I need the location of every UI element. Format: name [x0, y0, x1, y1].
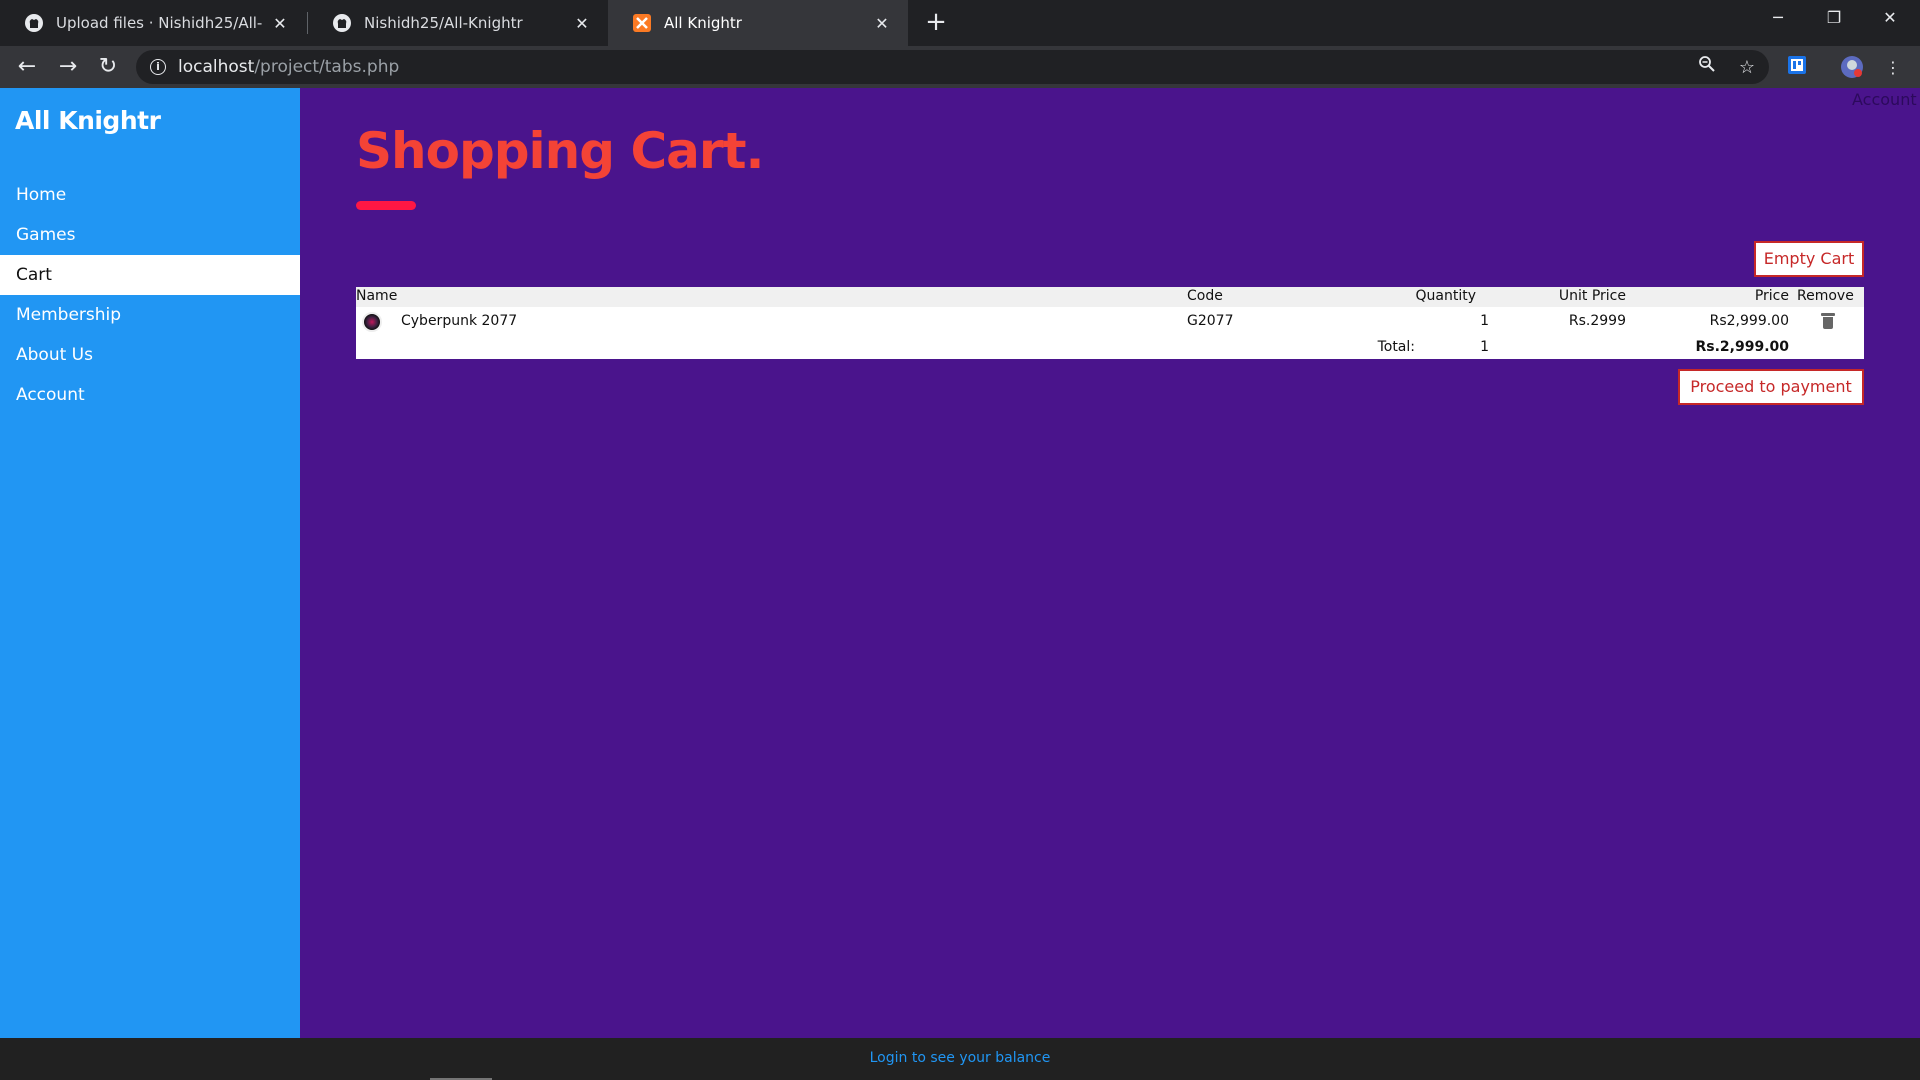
site-brand[interactable]: All Knightr — [15, 106, 161, 135]
sidebar: All Knightr Home Games Cart Membership A… — [0, 88, 300, 1038]
more-menu-icon[interactable]: ⋮ — [1880, 55, 1906, 81]
sidebar-item-home[interactable]: Home — [0, 175, 300, 215]
tab-title: All Knightr — [664, 14, 742, 32]
info-icon[interactable]: i — [150, 59, 166, 75]
browser-tab-strip: Upload files · Nishidh25/All-Knightr ✕ N… — [0, 0, 1920, 46]
bookmark-star-icon[interactable]: ☆ — [1734, 55, 1760, 81]
new-tab-button[interactable]: + — [920, 6, 952, 38]
sidebar-item-membership[interactable]: Membership — [0, 295, 300, 335]
sidebar-item-cart[interactable]: Cart — [0, 255, 300, 295]
close-window-button[interactable]: ✕ — [1862, 0, 1918, 38]
tab-title: Nishidh25/All-Knightr — [364, 14, 523, 32]
total-quantity: 1 — [1480, 339, 1489, 355]
item-price: Rs2,999.00 — [1709, 313, 1789, 329]
xampp-icon — [632, 13, 652, 33]
column-header-code: Code — [1187, 288, 1223, 304]
page-title: Shopping Cart. — [356, 122, 764, 180]
minimize-button[interactable]: ─ — [1750, 0, 1806, 38]
product-thumbnail — [362, 312, 382, 332]
sidebar-item-about-us[interactable]: About Us — [0, 335, 300, 375]
tab-all-knightr[interactable]: All Knightr ✕ — [608, 0, 908, 46]
browser-toolbar: ← → ↻ i localhost/project/tabs.php ☆ ⋮ — [0, 46, 1920, 88]
forward-icon[interactable]: → — [52, 51, 84, 83]
total-price: Rs.2,999.00 — [1695, 339, 1789, 355]
column-header-price: Price — [1754, 288, 1789, 304]
github-icon — [24, 13, 44, 33]
zoom-icon[interactable] — [1694, 55, 1720, 81]
restore-button[interactable]: ❐ — [1806, 0, 1862, 38]
trash-icon[interactable] — [1821, 313, 1835, 329]
reload-icon[interactable]: ↻ — [92, 51, 124, 83]
profile-avatar[interactable] — [1839, 55, 1865, 81]
cart-table-header: Name Code Quantity Unit Price Price Remo… — [356, 287, 1864, 307]
item-code: G2077 — [1187, 313, 1234, 329]
sidebar-item-games[interactable]: Games — [0, 215, 300, 255]
url-text: localhost/project/tabs.php — [178, 57, 400, 77]
column-header-name: Name — [356, 288, 398, 304]
item-name: Cyberpunk 2077 — [401, 313, 518, 329]
account-link[interactable]: Account — [1852, 90, 1917, 109]
tab-title: Upload files · Nishidh25/All-Knightr — [56, 14, 262, 32]
close-icon[interactable]: ✕ — [270, 14, 290, 33]
tab-upload-files[interactable]: Upload files · Nishidh25/All-Knightr ✕ — [0, 0, 306, 46]
cart-table: Name Code Quantity Unit Price Price Remo… — [356, 287, 1864, 359]
title-underline — [356, 201, 416, 210]
close-icon[interactable]: ✕ — [872, 14, 892, 33]
back-icon[interactable]: ← — [11, 51, 43, 83]
close-icon[interactable]: ✕ — [572, 14, 592, 33]
footer: Login to see your balance — [0, 1038, 1920, 1080]
github-icon — [332, 13, 352, 33]
empty-cart-button[interactable]: Empty Cart — [1754, 241, 1864, 277]
login-balance-link[interactable]: Login to see your balance — [0, 1050, 1920, 1066]
sidebar-item-account[interactable]: Account — [0, 375, 300, 415]
column-header-remove: Remove — [1797, 288, 1854, 304]
item-unit-price: Rs.2999 — [1568, 313, 1626, 329]
column-header-unit-price: Unit Price — [1558, 288, 1626, 304]
extension-icon[interactable] — [1784, 55, 1810, 81]
column-header-quantity: Quantity — [1415, 288, 1477, 304]
address-bar[interactable]: i localhost/project/tabs.php ☆ — [136, 50, 1769, 84]
proceed-to-payment-button[interactable]: Proceed to payment — [1678, 369, 1864, 405]
tab-repo[interactable]: Nishidh25/All-Knightr ✕ — [308, 0, 608, 46]
